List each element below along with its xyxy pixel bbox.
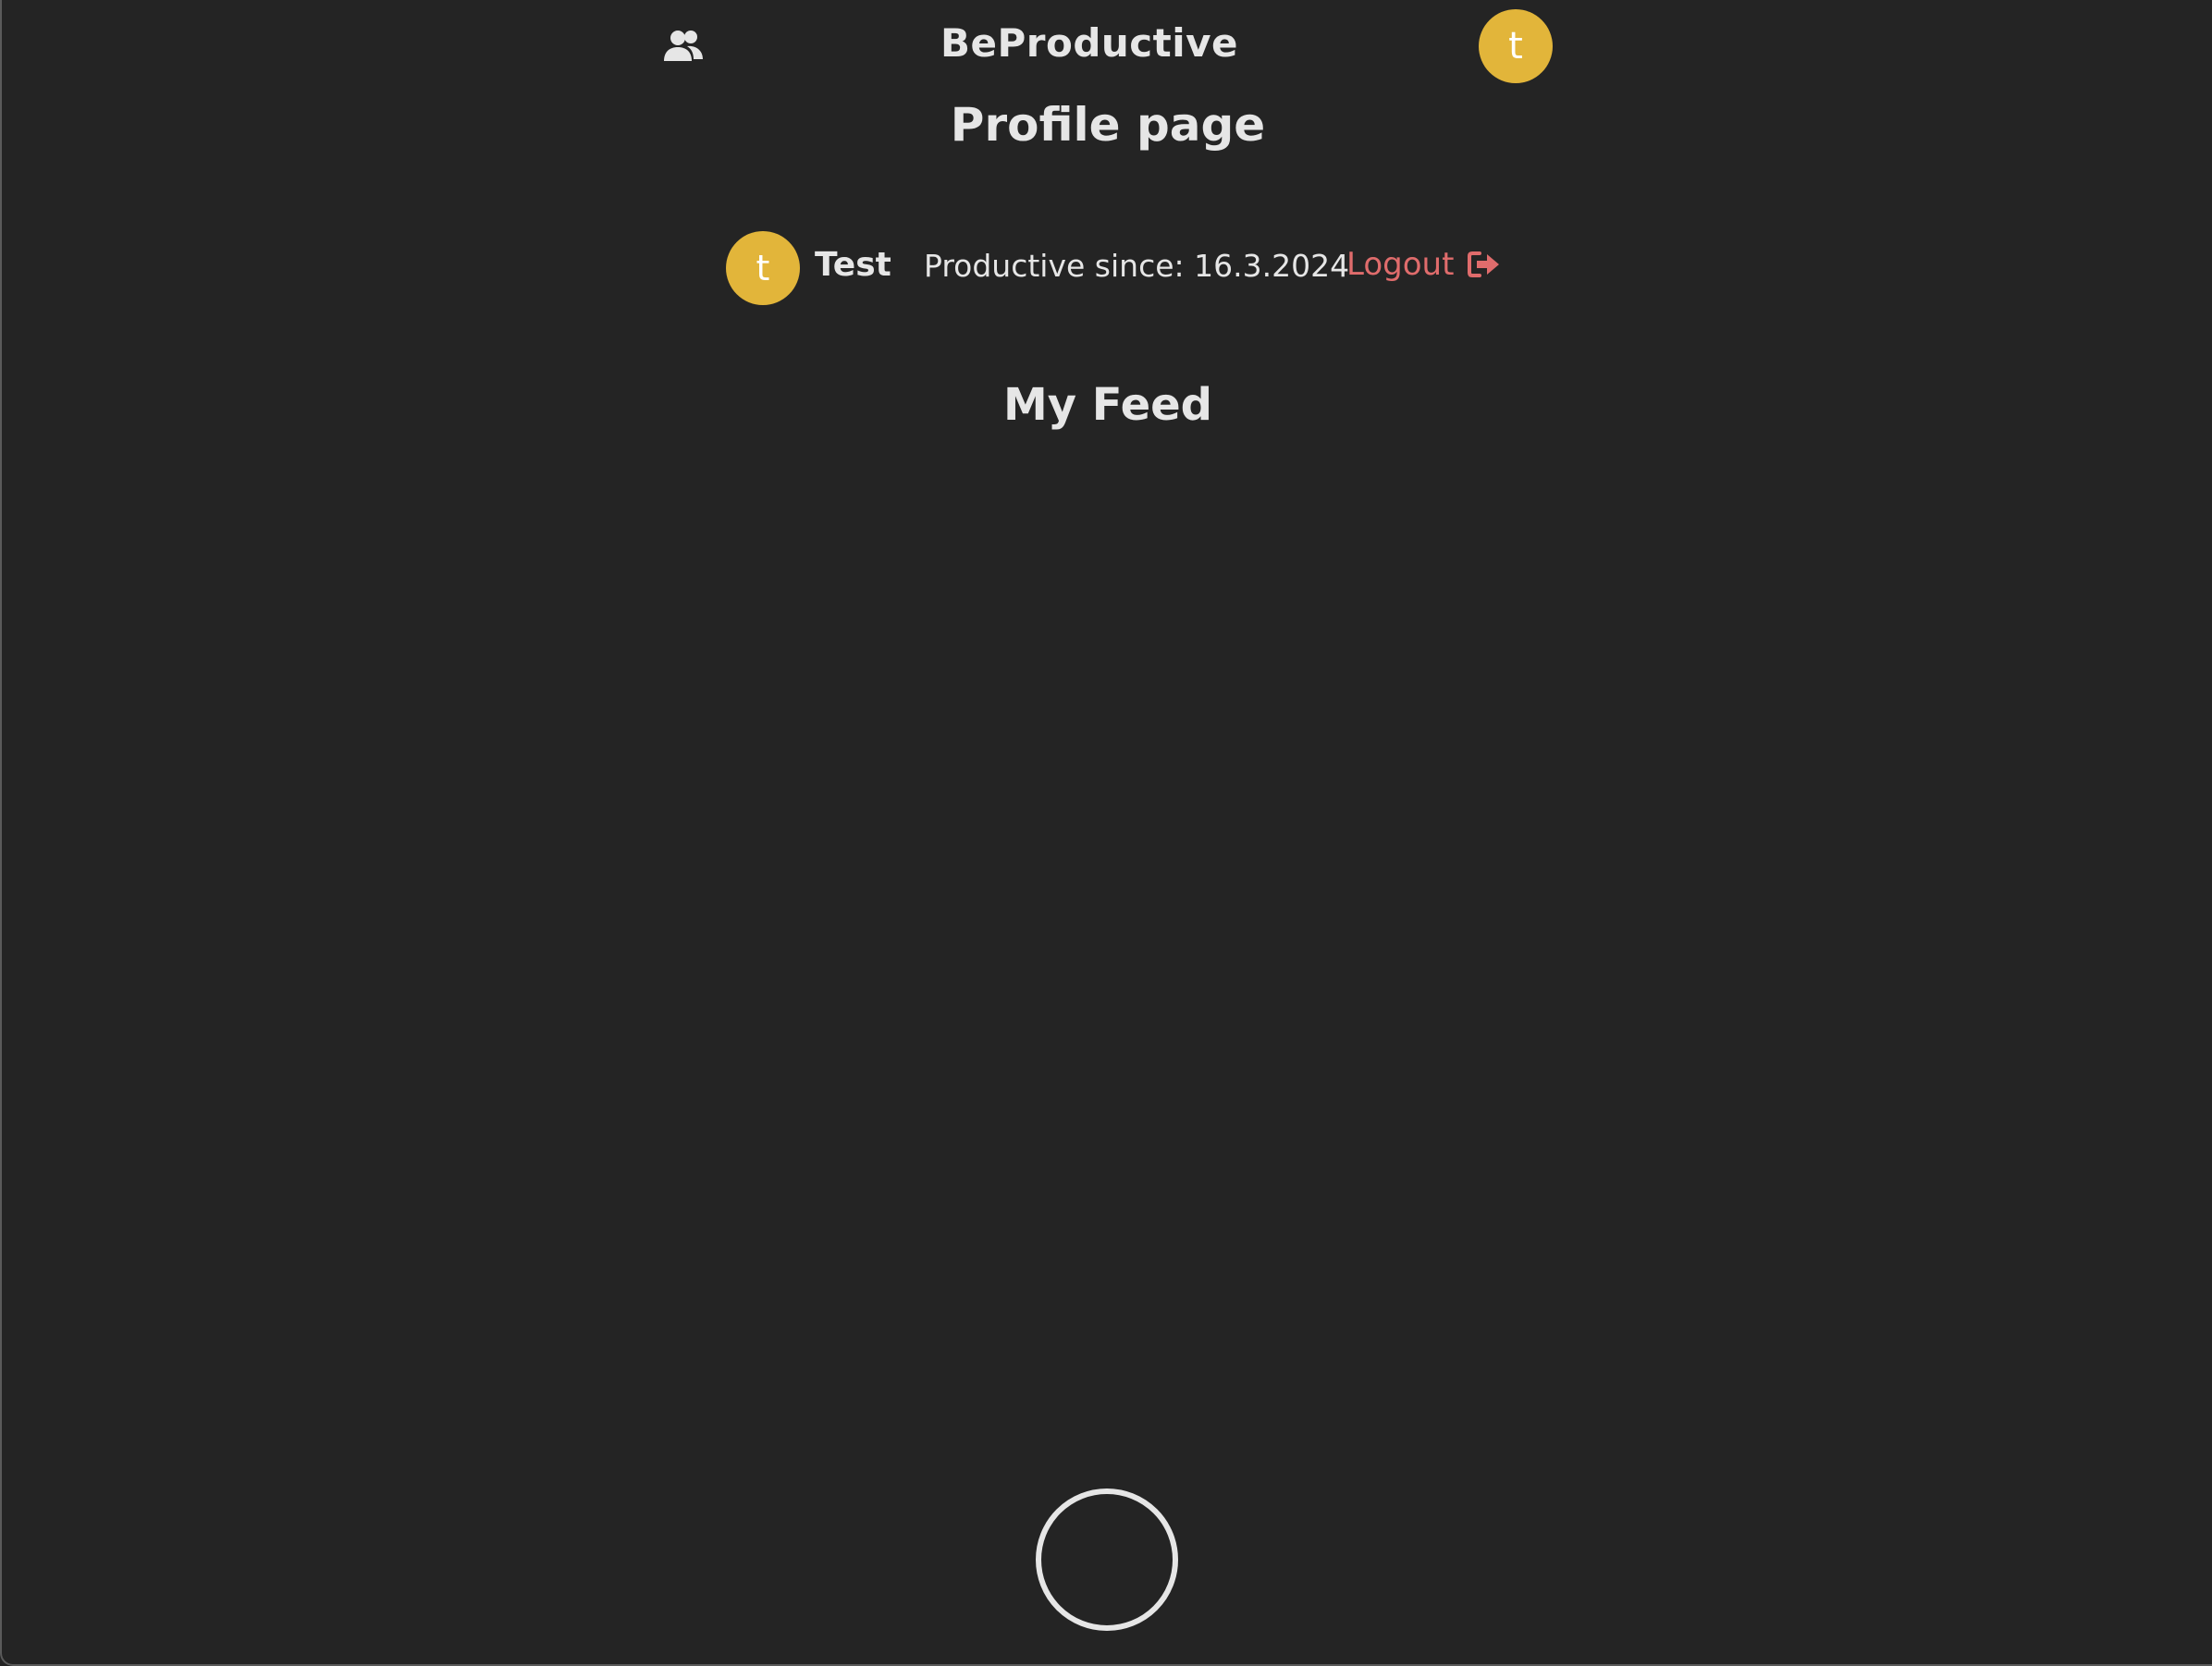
logout-button[interactable]: Logout [1346,246,1502,283]
circle-action-button[interactable] [1036,1488,1178,1631]
productive-since-label: Productive since: 16.3.2024 [924,248,1350,284]
logout-label: Logout [1346,246,1455,283]
profile-name: Test [815,246,891,284]
page-title: Profile page [950,98,1266,152]
app-brand[interactable]: BeProductive [2,20,2177,66]
sign-out-icon [1467,249,1502,280]
profile-page: BeProductive t Profile page t Test Produ… [0,0,2212,1666]
header-avatar[interactable]: t [1479,9,1553,83]
feed-title: My Feed [1002,379,1213,431]
profile-avatar: t [726,231,800,305]
